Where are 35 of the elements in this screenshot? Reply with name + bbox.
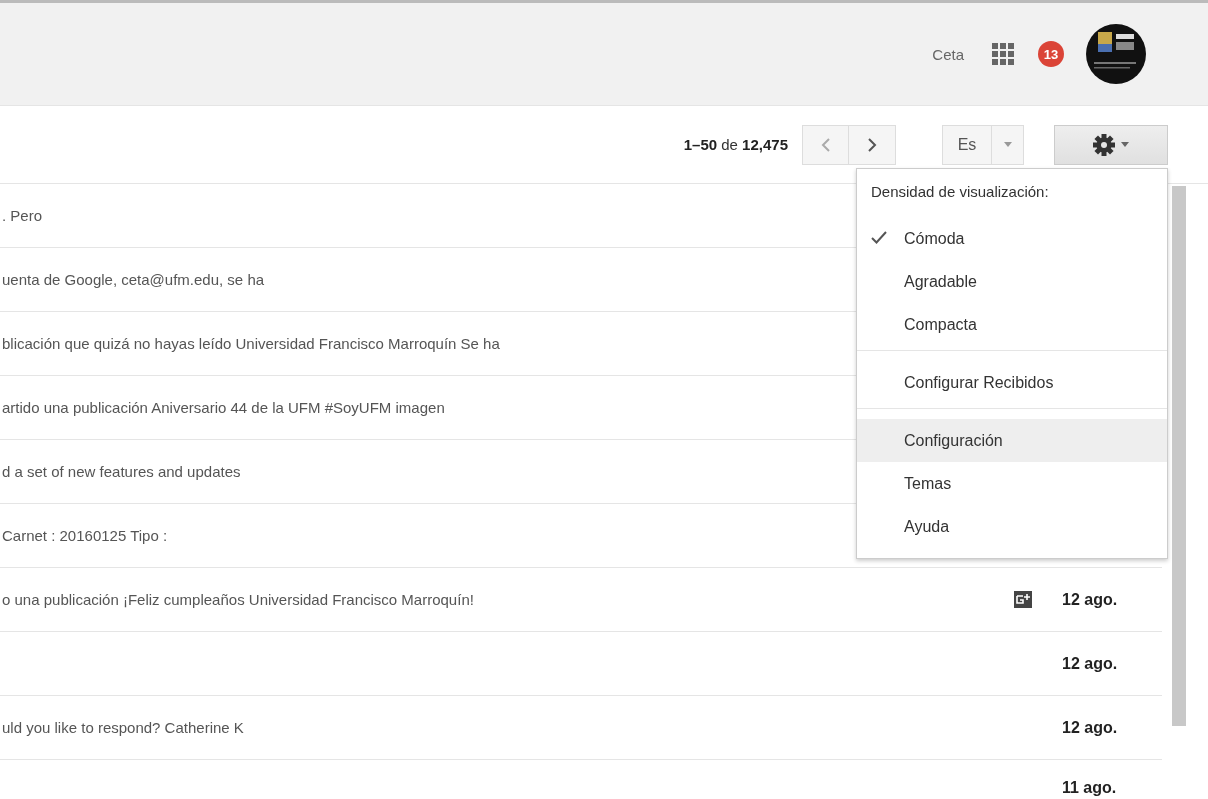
account-name[interactable]: Ceta [932, 45, 964, 63]
message-snippet: blicación que quizá no hayas leído Universidad Francisco Marroquín Se ha [2, 335, 500, 352]
message-date: 12 ago. [1062, 718, 1119, 737]
page-range: 1–50 de 12,475 [683, 136, 788, 153]
message-date: 11 ago. [1062, 779, 1118, 797]
message-snippet: artido una publicación Aniversario 44 de la UFM #SoyUFM imagen [2, 399, 445, 416]
menu-item[interactable]: Configuración [857, 419, 1167, 462]
scrollbar[interactable] [1172, 186, 1186, 726]
apps-grid-icon[interactable] [992, 43, 1014, 65]
message-snippet: o una publicación ¡Feliz cumpleaños Universidad Francisco Marroquín! [2, 591, 474, 608]
settings-button[interactable] [1054, 124, 1168, 165]
message-snippet: . Pero [2, 207, 43, 224]
message-snippet: d a set of new features and updates [2, 463, 241, 480]
previous-page-button[interactable] [802, 124, 849, 165]
input-language-button[interactable]: Es [942, 124, 992, 165]
menu-item[interactable]: Cómoda [857, 217, 1167, 260]
message-date: 12 ago. [1062, 590, 1119, 609]
notification-badge[interactable]: 13 [1038, 41, 1064, 67]
menu-item[interactable]: Temas [857, 462, 1167, 505]
message-snippet: Carnet : 20160125 Tipo : [2, 527, 168, 544]
message-snippet: uld you like to respond? Catherine K [2, 719, 244, 736]
next-page-button[interactable] [849, 124, 896, 165]
menu-item[interactable]: Agradable [857, 260, 1167, 303]
chevron-right-icon [867, 136, 877, 153]
caret-icon [1003, 142, 1012, 147]
menu-item[interactable]: Ayuda [857, 505, 1167, 548]
message-date: 12 ago. [1062, 654, 1119, 673]
settings-icon [1093, 133, 1115, 156]
menu-heading: Densidad de visualización: [870, 183, 1050, 202]
menu-item[interactable]: Compacta [857, 303, 1167, 346]
caret-icon [1121, 142, 1129, 147]
message-snippet: uenta de Google, ceta@ufm.edu, se ha [2, 271, 265, 288]
chevron-left-icon [820, 136, 831, 153]
language-dropdown-button[interactable] [992, 124, 1024, 165]
menu-item[interactable]: Configurar Recibidos [857, 361, 1167, 404]
